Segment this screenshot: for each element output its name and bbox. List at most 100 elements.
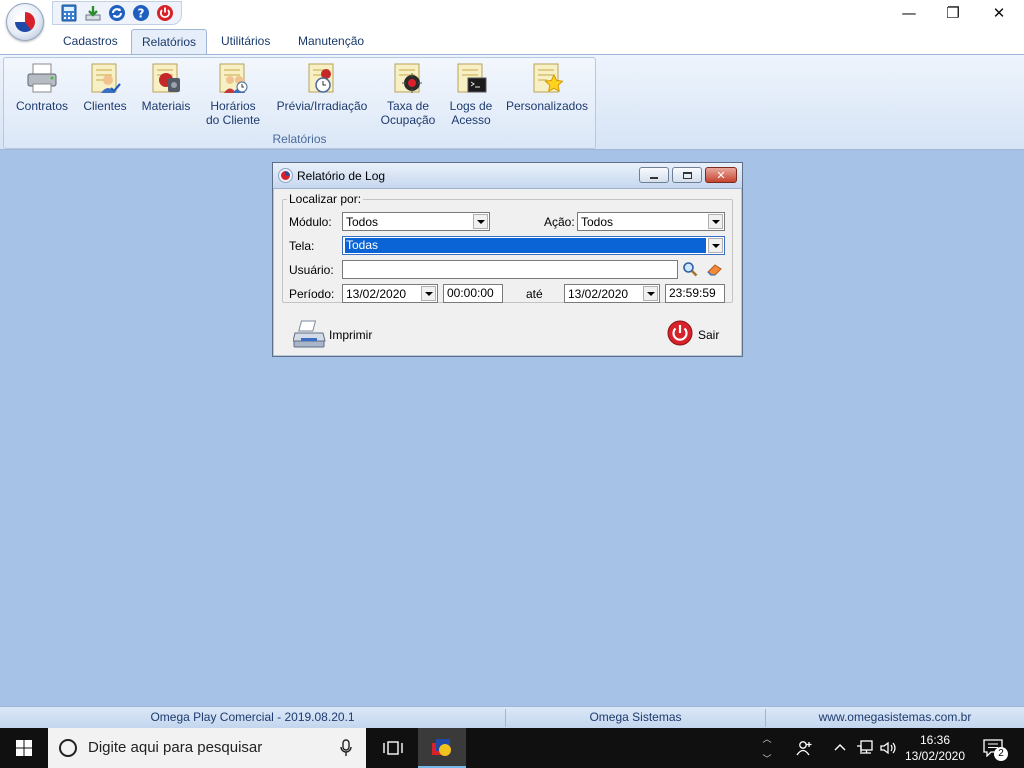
ribbon-button-personalizados[interactable]: Personalizados [504,60,590,113]
end-date-picker[interactable]: 13/02/2020 [564,284,660,303]
tab-label: Manutenção [298,34,365,48]
omega-logo-icon [278,168,293,183]
search-icon[interactable] [682,261,698,277]
status-company: Omega Sistemas [589,710,682,724]
acao-select[interactable]: Todos [577,212,725,231]
tab-relatorios[interactable]: Relatórios [131,29,208,55]
preview-report-icon [304,60,340,96]
ribbon-button-logs-acesso[interactable]: Logs de Acesso [444,60,498,127]
print-button[interactable]: Imprimir [293,319,383,349]
dialog-close-button[interactable]: ✕ [705,167,737,183]
ribbon-button-contratos[interactable]: Contratos [12,60,72,113]
tela-select[interactable]: Todas [342,236,725,255]
usuario-input[interactable] [342,260,678,279]
refresh-icon[interactable] [107,3,127,23]
omega-app-icon [432,739,451,756]
schedule-report-icon [215,60,251,96]
ribbon-button-horarios[interactable]: Horários do Cliente [200,60,266,127]
occupancy-report-icon [390,60,426,96]
close-icon: ✕ [992,4,1006,22]
task-view-button[interactable] [370,728,416,768]
quick-access-toolbar: ? [52,1,182,25]
network-icon[interactable] [856,739,874,760]
end-time-input[interactable]: 23:59:59 [665,284,725,303]
close-icon: ✕ [716,168,726,182]
tab-label: Relatórios [142,35,197,49]
ribbon-button-label: Taxa de [386,99,430,113]
help-icon[interactable]: ? [131,3,151,23]
chevron-up-icon[interactable]: ︿ [762,732,771,745]
exit-button[interactable]: Sair [667,319,727,349]
tela-value: Todas [344,237,707,254]
action-center-button[interactable]: 2 [980,736,1008,762]
materials-report-icon [148,60,184,96]
chevron-down-icon[interactable] [643,286,658,301]
dialog-title-bar[interactable]: Relatório de Log ✕ [273,163,742,189]
people-icon[interactable] [796,739,814,760]
ribbon-button-clientes[interactable]: Clientes [78,60,132,113]
taskbar-search-box[interactable]: Digite aqui para pesquisar [48,728,366,768]
power-icon[interactable] [155,3,175,23]
restore-button[interactable]: ❐ [930,0,976,26]
maximize-icon [682,171,692,179]
ribbon-button-label: Ocupação [380,113,436,127]
ribbon-button-materiais[interactable]: Materiais [138,60,194,113]
ribbon-button-label: do Cliente [205,113,261,127]
chevron-down-icon[interactable] [421,286,436,301]
omega-logo-icon [15,12,35,32]
calculator-icon[interactable] [59,3,79,23]
windows-logo-icon [16,740,32,756]
status-website: www.omegasistemas.com.br [818,710,972,724]
ribbon-button-taxa-ocupacao[interactable]: Taxa de Ocupação [376,60,440,127]
printer-icon [293,320,326,348]
chevron-down-icon[interactable]: ﹀ [762,752,771,765]
filter-groupbox-legend: Localizar por: [287,192,364,206]
status-bar: Omega Play Comercial - 2019.08.20.1 Omeg… [0,706,1024,728]
start-date-picker[interactable]: 13/02/2020 [342,284,438,303]
ribbon-button-previa-irradiacao[interactable]: Prévia/Irradiação [272,60,372,113]
modulo-label: Módulo: [289,215,332,229]
periodo-label: Período: [289,287,335,301]
chevron-down-icon[interactable] [473,214,488,229]
print-label: Imprimir [329,328,373,342]
ribbon-button-label: Prévia/Irradiação [276,99,368,113]
microphone-icon[interactable] [340,739,352,757]
taskbar-scroll[interactable]: ︿ ﹀ [760,728,774,768]
close-button[interactable]: ✕ [976,0,1022,26]
app-menu-orb[interactable] [6,3,44,41]
acao-value: Todos [581,215,614,229]
ribbon-button-label: Contratos [15,99,69,113]
eraser-icon[interactable] [706,261,724,277]
tab-cadastros[interactable]: Cadastros [53,29,128,55]
chevron-down-icon[interactable] [708,238,723,253]
ribbon-group-relatorios: Contratos Clientes Materiais Horários do… [3,57,596,149]
tray-expand-icon[interactable] [833,739,847,758]
dialog-maximize-button[interactable] [672,167,702,183]
clients-report-icon [87,60,123,96]
start-button[interactable] [0,728,48,768]
start-time-input[interactable]: 00:00:00 [443,284,503,303]
tela-label: Tela: [289,239,315,253]
status-product-version: Omega Play Comercial - 2019.08.20.1 [150,710,355,724]
volume-icon[interactable] [879,739,897,760]
minimize-button[interactable]: — [886,0,932,26]
ribbon-button-label: Clientes [83,99,127,113]
tab-manutencao[interactable]: Manutenção [288,29,374,55]
download-icon[interactable] [83,3,103,23]
tab-utilitarios[interactable]: Utilitários [211,29,280,55]
ribbon-button-label: Horários [210,99,256,113]
custom-report-icon [529,60,565,96]
ribbon-button-label: Logs de [449,99,493,113]
access-log-report-icon [453,60,489,96]
log-report-dialog: Relatório de Log ✕ Localizar por: Módulo… [272,162,743,357]
until-label: até [526,287,543,301]
modulo-select[interactable]: Todos [342,212,490,231]
usuario-label: Usuário: [289,263,334,277]
chevron-down-icon[interactable] [708,214,723,229]
start-date-value: 13/02/2020 [346,287,407,301]
taskbar-clock[interactable]: 16:36 13/02/2020 [900,732,970,764]
svg-text:?: ? [138,7,145,21]
dialog-minimize-button[interactable] [639,167,669,183]
title-bar: ? — ❐ ✕ [0,0,1024,28]
taskbar-app-omega[interactable] [418,728,466,768]
